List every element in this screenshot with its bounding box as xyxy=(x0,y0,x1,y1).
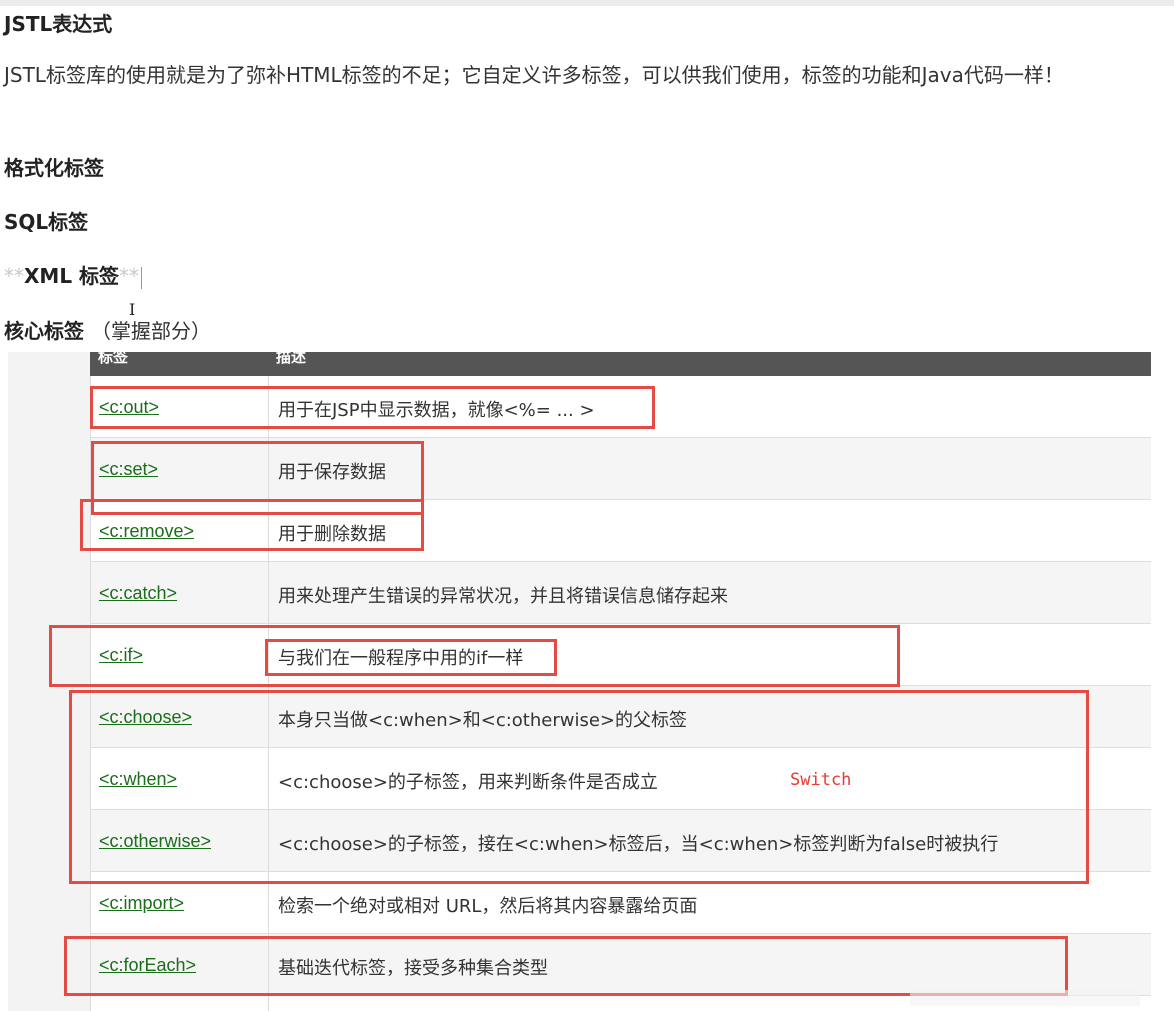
annotation-box-c-out xyxy=(90,386,655,429)
table-header: 标签 描述 xyxy=(90,352,1151,376)
heading-core-note: （掌握部分） xyxy=(90,319,211,343)
heading-xml-tags: **XML 标签** xyxy=(4,260,143,289)
heading-xml-label: XML 标签 xyxy=(24,264,120,288)
intro-paragraph: JSTL标签库的使用就是为了弥补HTML标签的不足；它自定义许多标签，可以供我们… xyxy=(4,63,1064,87)
markdown-stars-right: ** xyxy=(119,264,140,288)
tag-description: 检索一个绝对或相对 URL，然后将其内容暴露给页面 xyxy=(278,896,698,917)
heading-jstl: JSTL表达式 xyxy=(4,12,113,36)
table-row: <c:catch> 用来处理产生错误的异常状况，并且将错误信息储存起来 xyxy=(90,562,1151,624)
annotation-switch-label: Switch xyxy=(790,770,852,790)
heading-core-label: 核心标签 xyxy=(4,319,84,343)
tag-link-c-import[interactable]: <c:import> xyxy=(99,893,184,914)
text-caret xyxy=(141,266,143,289)
top-bar xyxy=(0,0,1174,6)
watermark xyxy=(910,990,1140,1006)
annotation-box-c-foreach xyxy=(64,936,1068,996)
heading-format-tags: 格式化标签 xyxy=(4,156,104,180)
annotation-box-c-remove xyxy=(80,499,424,551)
markdown-stars-left: ** xyxy=(4,264,24,288)
table-header-desc: 描述 xyxy=(276,352,307,366)
table-header-tag: 标签 xyxy=(98,352,129,366)
annotation-box-choose-group xyxy=(69,690,1089,884)
tag-link-c-catch[interactable]: <c:catch> xyxy=(99,583,177,604)
heading-sql-tags: SQL标签 xyxy=(4,210,89,234)
annotation-box-c-if-desc xyxy=(265,639,557,676)
tag-description: 用来处理产生错误的异常状况，并且将错误信息储存起来 xyxy=(278,586,728,607)
heading-core-tags: 核心标签 （掌握部分） xyxy=(4,315,211,344)
